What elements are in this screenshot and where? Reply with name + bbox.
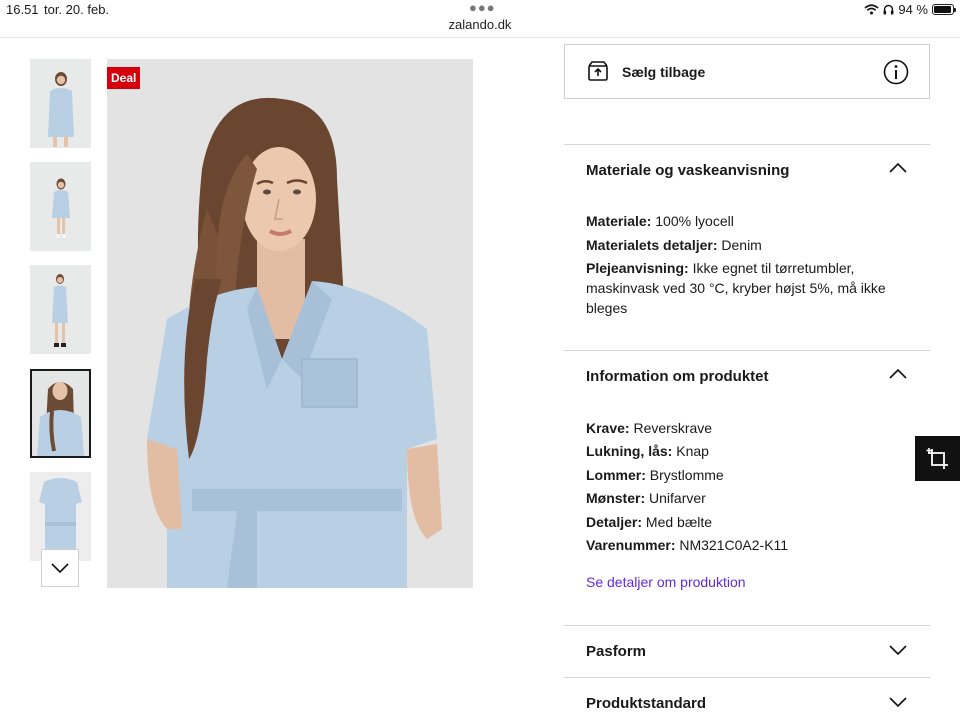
attribute-row: Mønster: Unifarver xyxy=(586,488,906,508)
standard-section-title[interactable]: Produktstandard xyxy=(586,695,706,712)
attribute-row: Lommer: Brystlomme xyxy=(586,465,906,485)
chevron-up-icon[interactable] xyxy=(889,162,907,174)
deal-badge: Deal xyxy=(107,67,141,89)
box-return-icon xyxy=(588,61,608,81)
info-icon[interactable] xyxy=(883,59,909,85)
status-right: 94 % xyxy=(864,2,956,17)
address-url[interactable]: zalando.dk xyxy=(0,17,960,32)
attribute-key: Materialets detaljer: xyxy=(586,237,718,253)
compare-floating-button[interactable] xyxy=(915,436,960,481)
attribute-row: Krave: Reverskrave xyxy=(586,418,906,438)
battery-icon xyxy=(932,4,956,15)
attribute-row: Lukning, lås: Knap xyxy=(586,441,906,461)
chevron-down-icon xyxy=(51,563,69,573)
attribute-value: Med bælte xyxy=(645,514,713,530)
thumbnail-5[interactable] xyxy=(30,472,91,561)
product-info-section-title[interactable]: Information om produktet xyxy=(586,368,769,385)
attribute-value: 100% lyocell xyxy=(655,213,734,229)
attribute-row: Plejeanvisning: Ikke egnet til tørretumb… xyxy=(586,258,906,318)
attribute-value: Denim xyxy=(721,237,762,253)
battery-percent: 94 % xyxy=(898,2,928,17)
thumbnail-3[interactable] xyxy=(30,265,91,354)
attribute-row: Detaljer: Med bælte xyxy=(586,512,906,532)
thumbnail-2[interactable] xyxy=(30,162,91,251)
thumbnail-4[interactable] xyxy=(30,369,91,458)
attribute-value: Knap xyxy=(676,443,709,459)
wifi-icon xyxy=(864,4,879,15)
chevron-down-icon[interactable] xyxy=(889,696,907,708)
attribute-row: Materiale: 100% lyocell xyxy=(586,211,906,231)
status-date: tor. 20. feb. xyxy=(44,2,110,17)
attribute-value: Brystlomme xyxy=(649,467,724,483)
attribute-value: Reverskrave xyxy=(633,420,713,436)
thumbnail-1[interactable] xyxy=(30,59,91,148)
chevron-up-icon[interactable] xyxy=(889,368,907,380)
attribute-key: Lukning, lås: xyxy=(586,443,673,459)
attribute-key: Mønster: xyxy=(586,490,646,506)
section-divider xyxy=(564,350,930,351)
attribute-key: Varenummer: xyxy=(586,537,676,553)
section-divider xyxy=(564,144,930,145)
sell-back-card[interactable]: Sælg tilbage xyxy=(564,44,930,99)
status-bar: 16.51 tor. 20. feb. ●●● zalando.dk 94 % xyxy=(0,0,960,38)
attribute-key: Lommer: xyxy=(586,467,646,483)
main-product-image[interactable] xyxy=(107,59,473,588)
attribute-value: Unifarver xyxy=(649,490,706,506)
fit-section-title[interactable]: Pasform xyxy=(586,643,646,660)
section-divider xyxy=(564,677,930,678)
crop-add-icon xyxy=(926,447,948,469)
thumbnail-scroll-down-button[interactable] xyxy=(41,549,79,587)
attribute-key: Plejeanvisning: xyxy=(586,260,689,276)
section-divider xyxy=(564,625,930,626)
attribute-key: Materiale: xyxy=(586,213,652,229)
chevron-down-icon[interactable] xyxy=(889,644,907,656)
headphones-icon xyxy=(883,4,894,15)
attribute-key: Krave: xyxy=(586,420,630,436)
status-time: 16.51 xyxy=(6,2,39,17)
thumbnail-strip xyxy=(30,59,91,588)
attribute-row: Varenummer: NM321C0A2-K11 xyxy=(586,535,906,555)
sell-back-label: Sælg tilbage xyxy=(622,64,706,80)
multitask-dots-icon[interactable]: ●●● xyxy=(469,0,496,15)
attribute-row: Materialets detaljer: Denim xyxy=(586,235,906,255)
attribute-value: NM321C0A2-K11 xyxy=(679,537,789,553)
attribute-key: Detaljer: xyxy=(586,514,643,530)
material-section-title[interactable]: Materiale og vaskeanvisning xyxy=(586,162,789,179)
production-details-link[interactable]: Se detaljer om produktion xyxy=(586,574,746,590)
